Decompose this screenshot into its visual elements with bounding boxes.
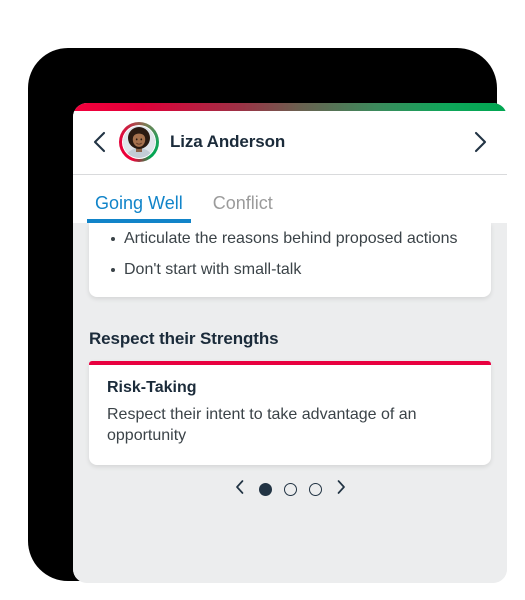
pager-dot-3[interactable]	[308, 483, 322, 497]
tab-conflict[interactable]: Conflict	[205, 193, 281, 223]
chevron-right-icon	[472, 130, 488, 154]
device-screen: Liza Anderson Going Well Conflict Articu…	[73, 103, 507, 583]
strength-card: Risk-Taking Respect their intent to take…	[89, 360, 491, 465]
pager-dot-2[interactable]	[283, 483, 297, 497]
pager-previous-button[interactable]	[233, 479, 247, 500]
screenshot-stage: Liza Anderson Going Well Conflict Articu…	[0, 0, 525, 600]
previous-person-button[interactable]	[87, 127, 113, 157]
device-bezel: Liza Anderson Going Well Conflict Articu…	[28, 48, 507, 583]
list-item: Articulate the reasons behind proposed a…	[111, 229, 473, 250]
strength-card-text: Respect their intent to take advantage o…	[107, 405, 417, 445]
pager-dot-1[interactable]	[258, 483, 272, 497]
strength-card-body: Risk-Taking Respect their intent to take…	[89, 365, 491, 465]
top-gradient-bar	[73, 103, 507, 111]
next-person-button[interactable]	[467, 127, 493, 157]
chevron-left-icon	[235, 479, 245, 500]
avatar	[123, 126, 155, 158]
tab-going-well-label: Going Well	[95, 193, 183, 213]
tab-conflict-label: Conflict	[212, 193, 273, 213]
chevron-right-icon	[336, 479, 346, 500]
tab-bar: Going Well Conflict	[73, 175, 507, 223]
strength-card-heading: Risk-Taking	[107, 378, 197, 396]
person-name: Liza Anderson	[170, 132, 286, 151]
pager-next-button[interactable]	[334, 479, 348, 500]
list-item: Don't start with small-talk	[111, 260, 473, 281]
tips-list: Articulate the reasons behind proposed a…	[107, 229, 473, 281]
content-scroll-area[interactable]: Articulate the reasons behind proposed a…	[73, 223, 507, 583]
tips-card: Articulate the reasons behind proposed a…	[89, 223, 491, 297]
carousel-pager	[89, 479, 491, 500]
profile-header: Liza Anderson	[73, 111, 507, 175]
avatar-inner-ring	[122, 125, 156, 159]
tab-going-well[interactable]: Going Well	[87, 193, 191, 223]
chevron-left-icon	[92, 130, 108, 154]
section-title-strengths: Respect their Strengths	[89, 328, 279, 348]
avatar-ring[interactable]	[119, 122, 159, 162]
